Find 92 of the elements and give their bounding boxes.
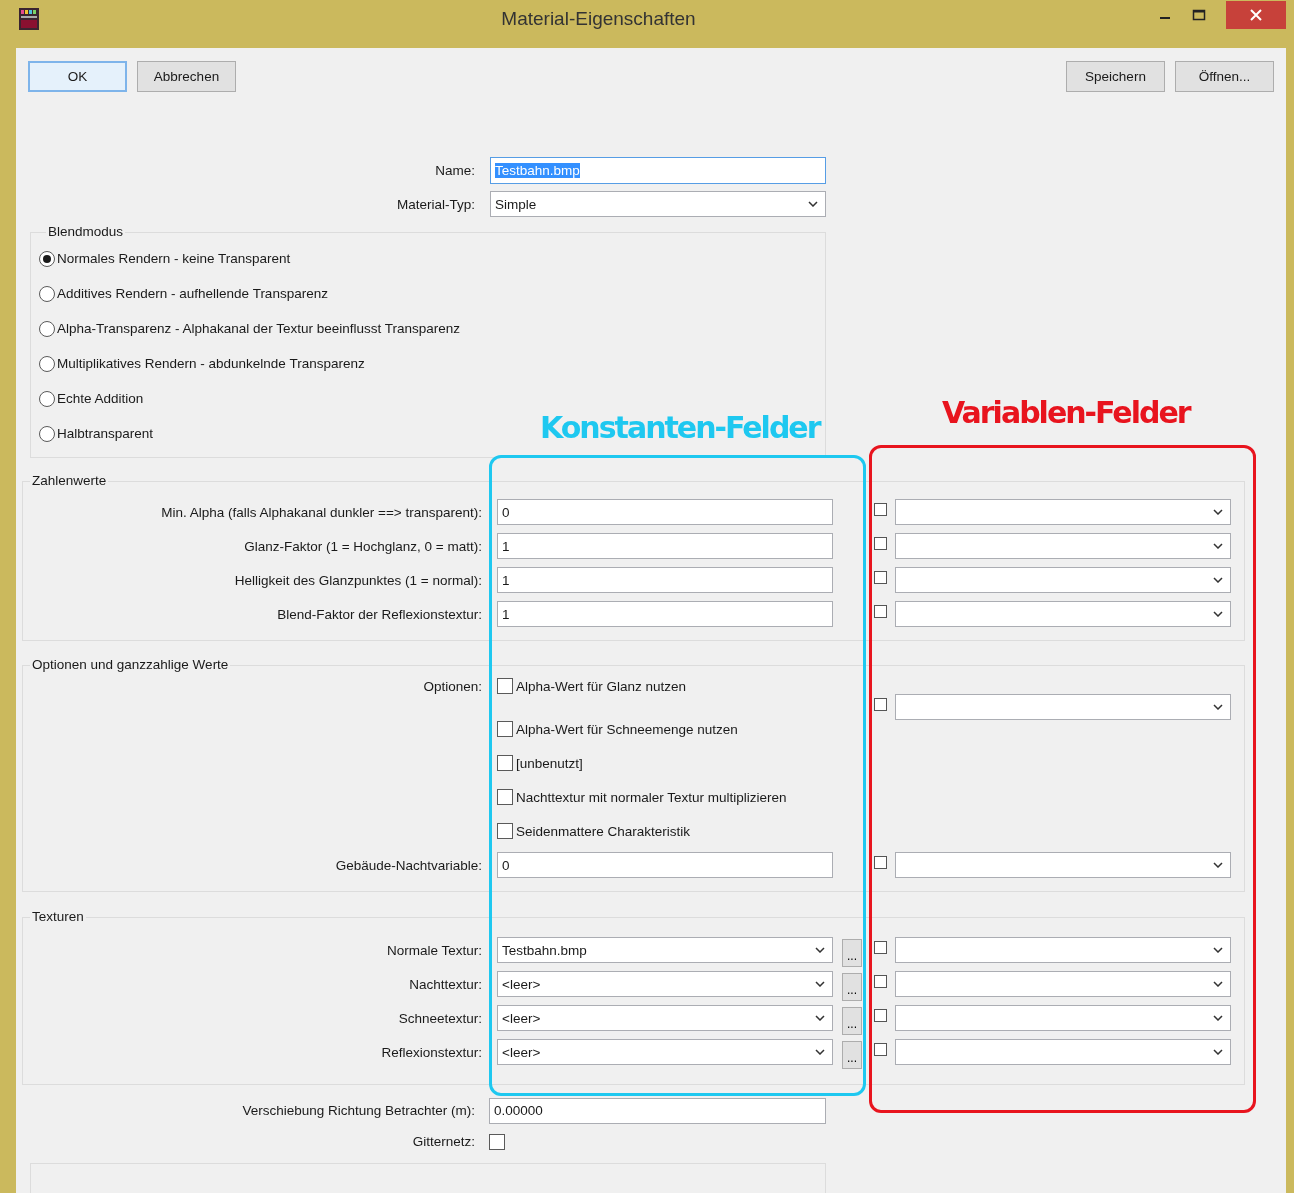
dialog-button[interactable]: Speichern (1066, 61, 1165, 92)
browse-button[interactable]: ... (842, 973, 862, 1001)
chevron-icon (1213, 611, 1223, 617)
checkbox[interactable] (497, 721, 513, 737)
annotation-label: Konstanten-Felder (540, 410, 820, 446)
browse-button[interactable]: ... (842, 939, 862, 967)
input-field[interactable]: 1 (497, 533, 833, 559)
checkbox[interactable] (874, 605, 887, 618)
dialog-button[interactable]: Abbrechen (137, 61, 236, 92)
chevron-icon (815, 1015, 825, 1021)
field-label: Schneetextur: (397, 1010, 482, 1026)
checkbox-label: Alpha-Wert für Schneemenge nutzen (516, 721, 738, 737)
close-button[interactable] (1226, 1, 1286, 29)
radio-button[interactable] (39, 250, 55, 267)
field-label: Min. Alpha (falls Alphakanal dunkler ==> transparent): (160, 504, 482, 520)
chevron-icon (1213, 704, 1223, 710)
radio-label: Additives Rendern - aufhellende Transparenz (57, 286, 328, 301)
checkbox[interactable] (874, 975, 887, 988)
dialog-button[interactable]: Öffnen... (1175, 61, 1274, 92)
material-type-dropdown[interactable]: Simple (490, 191, 826, 217)
input-field[interactable]: 0 (497, 499, 833, 525)
checkbox-label: [unbenutzt] (516, 755, 583, 771)
field-label: Gitternetz: (411, 1134, 475, 1149)
checkbox[interactable] (874, 1009, 887, 1022)
window-title: Material-Eigenschaften (500, 8, 697, 30)
field-label: Name: (434, 162, 475, 178)
texture-dropdown[interactable]: <leer> (497, 971, 833, 997)
input-field[interactable]: 1 (497, 567, 833, 593)
chevron-icon (1213, 1049, 1223, 1055)
checkbox[interactable] (874, 856, 887, 869)
radio-label: Multiplikatives Rendern - abdunkelnde Transparenz (57, 356, 365, 371)
checkbox[interactable] (497, 823, 513, 839)
chevron-icon (808, 201, 818, 207)
checkbox[interactable] (874, 941, 887, 954)
checkbox-label: Seidenmattere Charakteristik (516, 823, 691, 839)
group-title: Zahlenwerte (31, 473, 108, 489)
field-label: Verschiebung Richtung Betrachter (m): (241, 1103, 475, 1118)
chevron-icon (815, 981, 825, 987)
group-title: Texturen (31, 909, 85, 925)
annotation-label: Variablen-Felder (942, 395, 1190, 431)
checkbox[interactable] (497, 678, 513, 694)
checkbox[interactable] (489, 1133, 505, 1150)
input-field[interactable]: 1 (497, 601, 833, 627)
field-label: Gebäude-Nachtvariable: (334, 857, 482, 873)
input-field[interactable]: 0 (497, 852, 833, 878)
field-label: Nachttextur: (408, 976, 482, 992)
dialog-button[interactable]: OK (28, 61, 127, 92)
checkbox[interactable] (874, 571, 887, 584)
radio-button[interactable] (39, 355, 55, 372)
chevron-icon (1213, 947, 1223, 953)
radio-button[interactable] (39, 425, 55, 442)
field-label: Normale Textur: (385, 942, 482, 958)
radio-button[interactable] (39, 320, 55, 337)
chevron-icon (815, 1049, 825, 1055)
chevron-icon (1213, 1015, 1223, 1021)
group-title: Blendmodus (47, 224, 125, 240)
texture-dropdown[interactable]: <leer> (497, 1005, 833, 1031)
checkbox[interactable] (497, 755, 513, 771)
field-label: Glanz-Faktor (1 = Hochglanz, 0 = matt): (243, 538, 482, 554)
checkbox[interactable] (874, 537, 887, 550)
field-label: Material-Typ: (395, 196, 475, 212)
checkbox-label: Nachttextur mit normaler Textur multiplizieren (516, 789, 787, 805)
field-label: Reflexionstextur: (380, 1044, 482, 1060)
input-field[interactable]: 0.00000 (489, 1097, 826, 1124)
close-icon (1250, 9, 1262, 21)
browse-button[interactable]: ... (842, 1041, 862, 1069)
chevron-icon (1213, 981, 1223, 987)
app-icon (19, 8, 39, 30)
radio-label: Halbtransparent (57, 426, 154, 441)
texture-dropdown[interactable]: Testbahn.bmp (497, 937, 833, 963)
checkbox[interactable] (874, 503, 887, 516)
field-label: Optionen: (422, 678, 482, 694)
checkbox[interactable] (874, 698, 887, 711)
chevron-icon (1213, 543, 1223, 549)
browse-button[interactable]: ... (842, 1007, 862, 1035)
maximize-icon[interactable] (1192, 8, 1206, 22)
radio-label: Echte Addition (57, 391, 144, 406)
chevron-icon (1213, 509, 1223, 515)
chevron-icon (815, 947, 825, 953)
chevron-icon (1213, 577, 1223, 583)
field-label: Helligkeit des Glanzpunktes (1 = normal): (233, 572, 482, 588)
chevron-icon (1213, 862, 1223, 868)
texture-dropdown[interactable]: <leer> (497, 1039, 833, 1065)
group-title: Optionen und ganzzahlige Werte (31, 657, 230, 673)
checkbox[interactable] (874, 1043, 887, 1056)
radio-button[interactable] (39, 390, 55, 407)
field-label: Blend-Faktor der Reflexionstextur: (276, 606, 482, 622)
checkbox[interactable] (497, 789, 513, 805)
radio-label: Normales Rendern - keine Transparent (57, 251, 291, 266)
radio-button[interactable] (39, 285, 55, 302)
radio-label: Alpha-Transparenz - Alphakanal der Textur beeinflusst Transparenz (57, 321, 460, 336)
checkbox-label: Alpha-Wert für Glanz nutzen (516, 678, 687, 694)
